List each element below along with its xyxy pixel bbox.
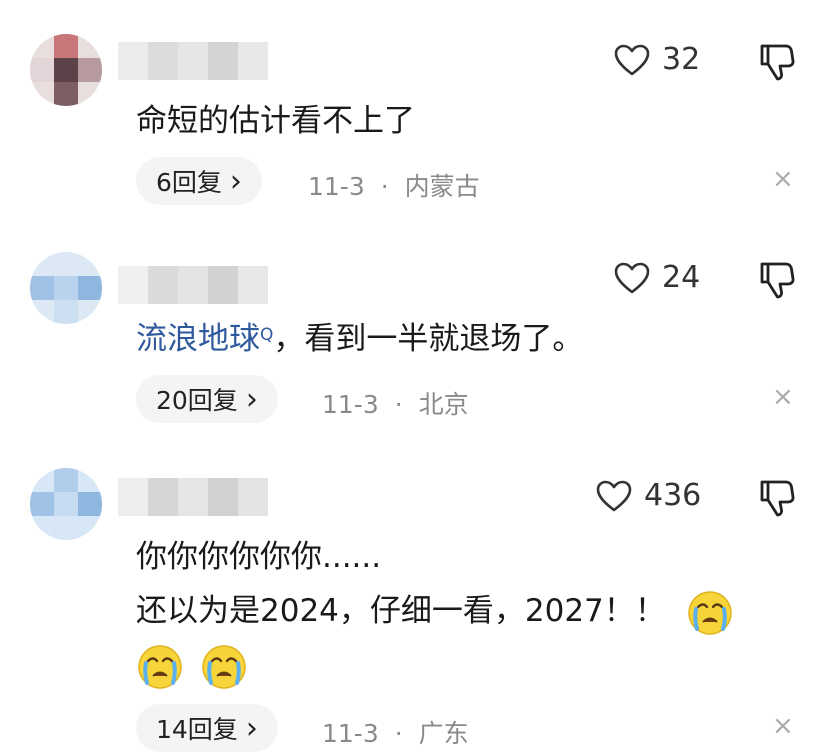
search-icon[interactable]: Q [260,325,273,345]
like-button[interactable]: 32 [614,42,700,77]
like-button[interactable]: 436 [596,478,701,513]
username-blurred[interactable] [118,478,268,516]
thumbs-down-icon [760,262,795,299]
comment-text-line-1: 你你你你你你...... [136,539,382,575]
like-count: 24 [662,260,701,295]
comment-1: 32 命短的估计看不上了 6回复 › 11-3 · 内蒙古 × [0,0,834,210]
comment-meta: 11-3 · 北京 [322,390,469,419]
close-icon[interactable]: × [772,382,794,412]
comment-emoji-line [136,640,248,691]
thumbs-down-icon [760,44,795,81]
avatar[interactable] [30,252,102,324]
comment-text: 流浪地球Q，看到一半就退场了。 [136,321,584,357]
chevron-right-icon: › [229,163,242,199]
comment-location: 内蒙古 [404,172,480,201]
comment-meta: 11-3 · 内蒙古 [308,172,480,201]
like-button[interactable]: 24 [614,260,700,295]
comment-date: 11-3 [322,390,379,419]
crying-emoji-icon [202,644,246,689]
heart-icon [596,480,632,512]
crying-emoji-icon [138,644,182,689]
chevron-right-icon: › [245,710,258,746]
comment-date: 11-3 [322,719,379,748]
crying-emoji-icon [687,590,732,635]
comment-date: 11-3 [308,172,365,201]
replies-button[interactable]: 14回复 › [136,704,278,752]
movie-link[interactable]: 流浪地球 [136,321,260,357]
close-icon[interactable]: × [772,711,794,741]
chevron-right-icon: › [245,381,258,417]
comment-location: 广东 [418,719,469,748]
like-count: 436 [644,478,702,513]
dislike-button[interactable] [758,260,796,300]
comment-text: 命短的估计看不上了 [136,103,415,139]
comment-meta: 11-3 · 广东 [322,719,469,748]
dislike-button[interactable] [758,478,796,518]
heart-icon [614,44,650,76]
replies-button[interactable]: 6回复 › [136,157,262,205]
replies-button[interactable]: 20回复 › [136,375,278,423]
avatar[interactable] [30,34,102,106]
comment-3: 436 你你你你你你...... 还以为是2024，仔细一看，2027！！ 14… [0,448,834,752]
dislike-button[interactable] [758,42,796,82]
avatar[interactable] [30,468,102,540]
comment-2: 24 流浪地球Q，看到一半就退场了。 20回复 › 11-3 · 北京 × [0,230,834,440]
like-count: 32 [662,42,701,77]
username-blurred[interactable] [118,266,268,304]
comment-text-line-2: 还以为是2024，仔细一看，2027！！ [136,586,734,637]
comment-location: 北京 [418,390,469,419]
username-blurred[interactable] [118,42,268,80]
close-icon[interactable]: × [772,164,794,194]
thumbs-down-icon [760,480,795,517]
heart-icon [614,262,650,294]
